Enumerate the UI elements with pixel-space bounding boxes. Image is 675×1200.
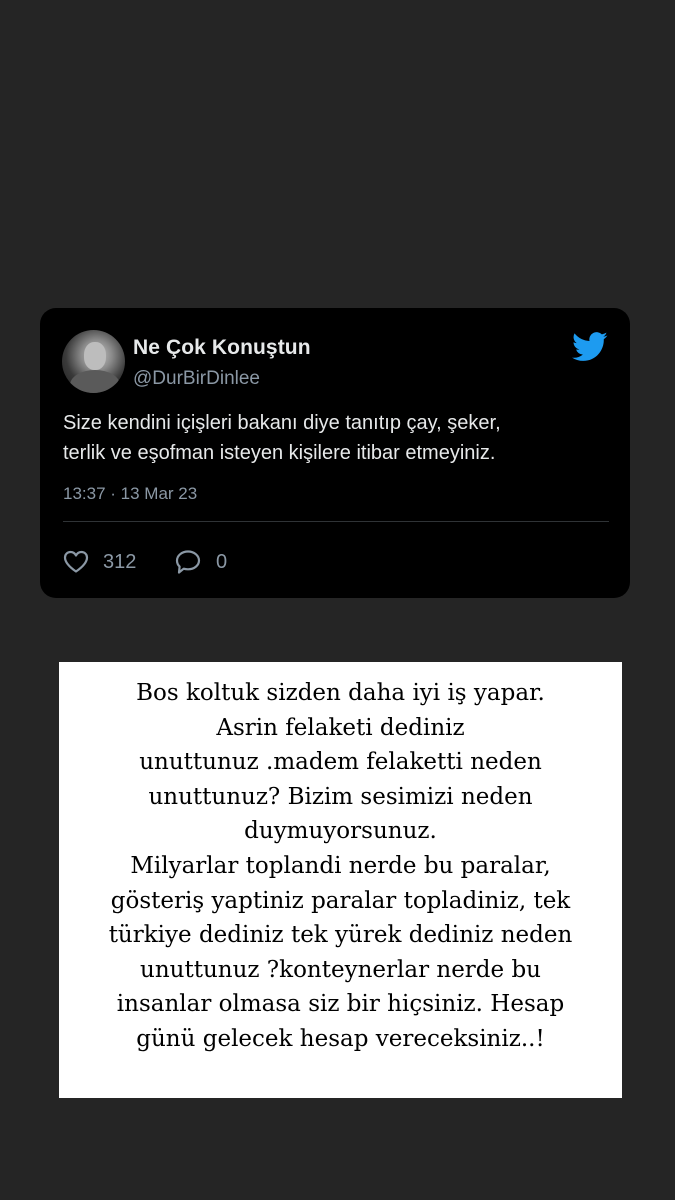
heart-icon (63, 550, 89, 573)
caption-line: Milyarlar toplandi nerde bu paralar, (130, 852, 551, 879)
caption-line: Asrin felaketi dediniz (216, 714, 465, 741)
tweet-card[interactable]: Ne Çok Konuştun @DurBirDinlee Size kendi… (40, 308, 630, 598)
avatar-face (84, 342, 106, 370)
reply-count: 0 (216, 550, 228, 573)
user-handle[interactable]: @DurBirDinlee (133, 368, 260, 390)
tweet-text: Size kendini içişleri bakanı diye tanıtı… (63, 408, 613, 468)
caption-line: gösteriş yaptiniz paralar topladiniz, te… (110, 887, 571, 914)
caption-line: unuttunuz .madem felaketti neden (139, 749, 542, 776)
caption-line: Bos koltuk sizden daha iyi iş yapar. (136, 680, 545, 706)
display-name[interactable]: Ne Çok Konuştun (133, 336, 311, 360)
like-count: 312 (103, 550, 137, 573)
caption-line: unuttunuz ?konteynerlar nerde bu (140, 956, 541, 983)
tweet-text-line: terlik ve eşofman isteyen kişilere itiba… (63, 442, 496, 464)
caption-line: unuttunuz? Bizim sesimizi neden (148, 783, 533, 810)
avatar-shoulder (70, 370, 120, 393)
caption-line: insanlar olmasa siz bir hiçsiniz. Hesap (116, 991, 565, 1018)
caption-line: türkiye dediniz tek yürek dediniz neden (108, 922, 573, 949)
tweet-timestamp[interactable]: 13:37 · 13 Mar 23 (63, 484, 197, 504)
caption-box: Bos koltuk sizden daha iyi iş yapar. Asr… (59, 662, 622, 1098)
caption-line: duymuyorsunuz. (244, 818, 437, 845)
tweet-text-line: Size kendini içişleri bakanı diye tanıtı… (63, 412, 501, 434)
divider (63, 521, 609, 522)
caption-line: günü gelecek hesap vereceksiniz..! (136, 1025, 545, 1052)
like-button[interactable]: 312 (63, 548, 136, 576)
reply-button[interactable]: 0 (174, 548, 227, 576)
twitter-bird-icon (572, 332, 608, 361)
avatar[interactable] (62, 330, 125, 393)
speech-bubble-icon (175, 550, 201, 574)
